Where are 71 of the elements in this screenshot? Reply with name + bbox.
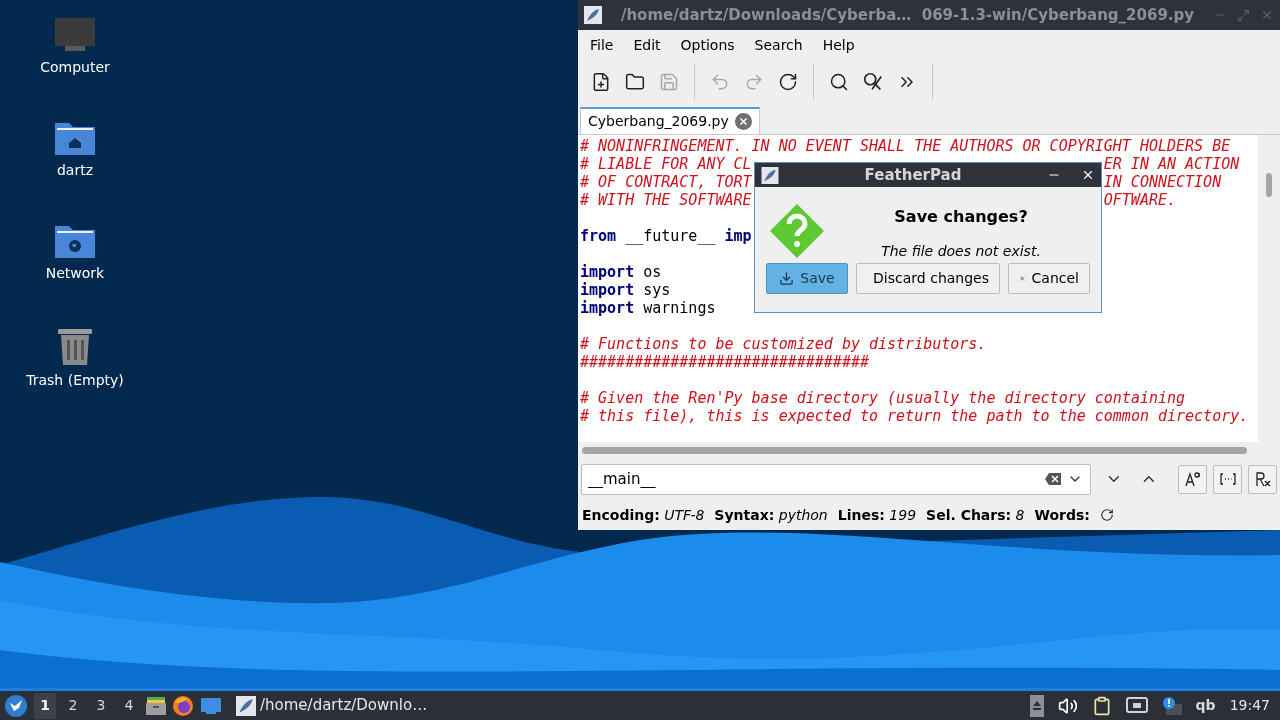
desktop-icon-label[interactable]: Computer	[40, 58, 110, 76]
desktop-icon[interactable]	[200, 695, 222, 716]
file-cabinet-icon[interactable]	[146, 695, 166, 716]
question-icon	[769, 203, 825, 259]
network-icon[interactable]	[1125, 696, 1148, 715]
code-line: IN CONNECTION	[1103, 173, 1222, 191]
menu-item[interactable]: Help	[812, 34, 865, 56]
code-line: from __future__ imp	[580, 227, 752, 245]
regex-icon	[1253, 470, 1272, 488]
dialog-heading: Save changes?	[894, 206, 1028, 228]
discard-button[interactable]: Discard changes	[856, 263, 1000, 294]
desktop-icon-label[interactable]: dartz	[56, 161, 94, 179]
status-item: Lines: 199	[837, 505, 917, 525]
refresh-icon[interactable]	[1099, 508, 1114, 522]
horizontal-scrollbar[interactable]	[582, 446, 1247, 454]
browser-icon[interactable]	[172, 694, 194, 717]
code-line: # this file), this is expected to return the path to the common directory.	[580, 407, 1249, 425]
file-tab[interactable]: Cyberbang_2069.py	[580, 107, 760, 134]
status-item: Sel. Chars: 8	[926, 505, 1025, 525]
code-line: # Given the Ren'Py base directory (usually the directory containing	[580, 389, 1186, 407]
feather-icon	[761, 166, 779, 184]
code-line: import warnings	[580, 299, 716, 317]
code-line: # LIABLE FOR ANY CL	[580, 155, 752, 173]
save-button[interactable]: Save	[766, 263, 848, 294]
search-option-toggle[interactable]	[1178, 464, 1207, 494]
workspace-button[interactable]: 1	[34, 692, 56, 719]
dialog-title: FeatherPad	[863, 164, 963, 186]
code-line: OFTWARE.	[1103, 191, 1177, 209]
notification-icon[interactable]	[1161, 695, 1182, 716]
status-item: Encoding: UTF-8	[582, 505, 705, 525]
code-line: import os	[580, 263, 662, 281]
status-item: Syntax: python	[714, 505, 828, 525]
window-title: /home/dartz/Downloads/Cyberba… 069-1.3-win/Cyberbang_2069.py	[619, 4, 1196, 26]
desktop-icon-label[interactable]: Trash (Empty)	[26, 371, 124, 389]
clear-icon[interactable]	[1044, 472, 1061, 485]
monitor-icon	[53, 16, 97, 54]
download-icon	[779, 271, 795, 286]
feather-icon	[584, 6, 602, 24]
workspace-button[interactable]: 3	[90, 692, 112, 719]
tray-logo[interactable]: qb	[1195, 695, 1216, 716]
search-field[interactable]: __main__	[581, 463, 1091, 495]
dialog-message: The file does not exist.	[881, 242, 1041, 261]
vertical-scrollbar[interactable]	[1266, 173, 1272, 197]
code-line: # OF CONTRACT, TORT	[580, 173, 752, 191]
status-item: Words:	[1034, 505, 1090, 525]
clock[interactable]: 19:47	[1229, 695, 1270, 716]
code-line: # NONINFRINGEMENT. IN NO EVENT SHALL THE AUTHORS OR COPYRIGHT HOLDERS BE	[580, 137, 1231, 155]
search-option-toggle[interactable]	[1213, 464, 1242, 494]
code-line: import sys	[580, 281, 671, 299]
match-case-icon	[1183, 470, 1202, 488]
start-menu-icon[interactable]	[4, 693, 28, 718]
code-line: # Functions to be customized by distributors.	[580, 335, 987, 353]
workspace-button[interactable]: 2	[62, 692, 84, 719]
code-line: # WITH THE SOFTWARE	[580, 191, 752, 209]
workspace-button[interactable]: 4	[118, 692, 140, 719]
search-option-toggle[interactable]	[1248, 464, 1277, 494]
menu-item[interactable]: Edit	[623, 34, 671, 56]
feather-icon	[236, 695, 256, 716]
code-line: ER IN AN ACTION	[1103, 155, 1240, 173]
menu-item[interactable]: File	[580, 34, 624, 56]
task-button[interactable]: /home/dartz/Downlo…	[232, 692, 432, 719]
menu-item[interactable]: Search	[744, 34, 813, 56]
eject-icon[interactable]	[1029, 694, 1044, 717]
cancel-button[interactable]: Cancel	[1008, 263, 1090, 294]
volume-icon[interactable]	[1057, 695, 1078, 716]
desktop-icon-label[interactable]: Network	[45, 264, 105, 282]
close-icon[interactable]	[1081, 168, 1095, 182]
code-line: ################################	[580, 353, 869, 371]
menu-item[interactable]: Options	[670, 34, 745, 56]
close-tab-icon[interactable]	[734, 113, 752, 130]
whole-word-icon	[1218, 470, 1237, 488]
